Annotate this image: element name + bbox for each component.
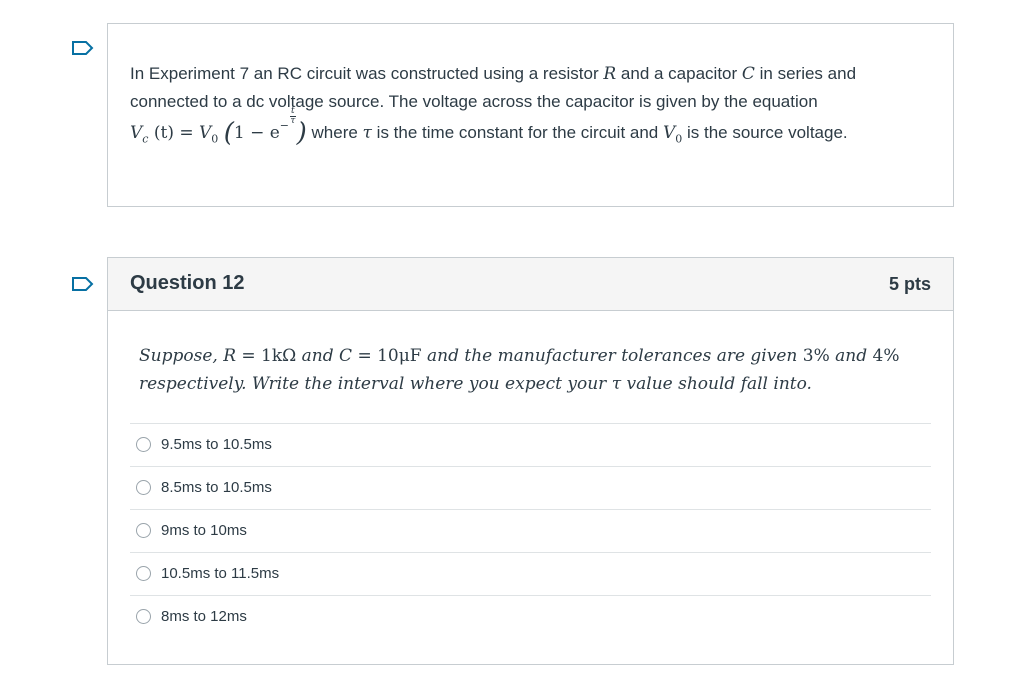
answer-label[interactable]: 8.5ms to 10.5ms xyxy=(161,479,272,496)
symbol-v0: V xyxy=(662,123,676,143)
question-line-2: respectively. Write the interval where y… xyxy=(139,374,812,394)
question-card: Question 12 5 pts Suppose, R = 1kΩ and C… xyxy=(107,257,954,665)
answer-label[interactable]: 9ms to 10ms xyxy=(161,522,247,539)
flag-question-icon[interactable] xyxy=(72,277,94,291)
question-header: Question 12 5 pts xyxy=(108,258,953,311)
answer-label[interactable]: 9.5ms to 10.5ms xyxy=(161,436,272,453)
answer-option[interactable]: 9ms to 10ms xyxy=(130,509,931,552)
radio-button[interactable] xyxy=(136,566,151,581)
answer-option[interactable]: 10.5ms to 11.5ms xyxy=(130,552,931,595)
answer-list: 9.5ms to 10.5ms 8.5ms to 10.5ms 9ms to 1… xyxy=(130,423,931,638)
text: and a capacitor xyxy=(616,64,742,83)
symbol-tau: τ xyxy=(362,123,372,143)
answer-option[interactable]: 8ms to 12ms xyxy=(130,595,931,638)
text: In Experiment 7 an RC circuit was constr… xyxy=(130,64,604,83)
text: is the time constant for the circuit and xyxy=(371,123,663,142)
question-line-1: Suppose, R = 1kΩ and C = 10μF and the ma… xyxy=(139,346,900,366)
text: is the source voltage. xyxy=(682,123,848,142)
answer-option[interactable]: 9.5ms to 10.5ms xyxy=(130,423,931,466)
text: where xyxy=(306,123,363,142)
radio-button[interactable] xyxy=(136,480,151,495)
radio-button[interactable] xyxy=(136,609,151,624)
question-title: Question 12 xyxy=(130,272,245,294)
answer-option[interactable]: 8.5ms to 10.5ms xyxy=(130,466,931,509)
symbol-r: R xyxy=(603,64,617,84)
answer-label[interactable]: 8ms to 12ms xyxy=(161,608,247,625)
answer-label[interactable]: 10.5ms to 11.5ms xyxy=(161,565,279,582)
intro-paragraph: In Experiment 7 an RC circuit was constr… xyxy=(130,60,920,153)
question-points: 5 pts xyxy=(888,274,931,294)
question-text: Suppose, R = 1kΩ and C = 10μF and the ma… xyxy=(139,342,939,398)
radio-button[interactable] xyxy=(136,437,151,452)
intro-line-2: connected to a dc voltage source. The vo… xyxy=(130,92,818,111)
text: in series and xyxy=(754,64,857,83)
symbol-c: C xyxy=(741,64,755,84)
intro-line-3: Vc (t) = V0 (1 − e− t τ) where τ is the ti… xyxy=(130,106,848,148)
radio-button[interactable] xyxy=(136,523,151,538)
intro-line-1: In Experiment 7 an RC circuit was constr… xyxy=(130,60,920,88)
flag-question-icon[interactable] xyxy=(72,41,94,55)
intro-text-block: In Experiment 7 an RC circuit was constr… xyxy=(107,23,954,207)
equation: Vc (t) = V0 (1 − e− t τ) xyxy=(130,106,307,148)
